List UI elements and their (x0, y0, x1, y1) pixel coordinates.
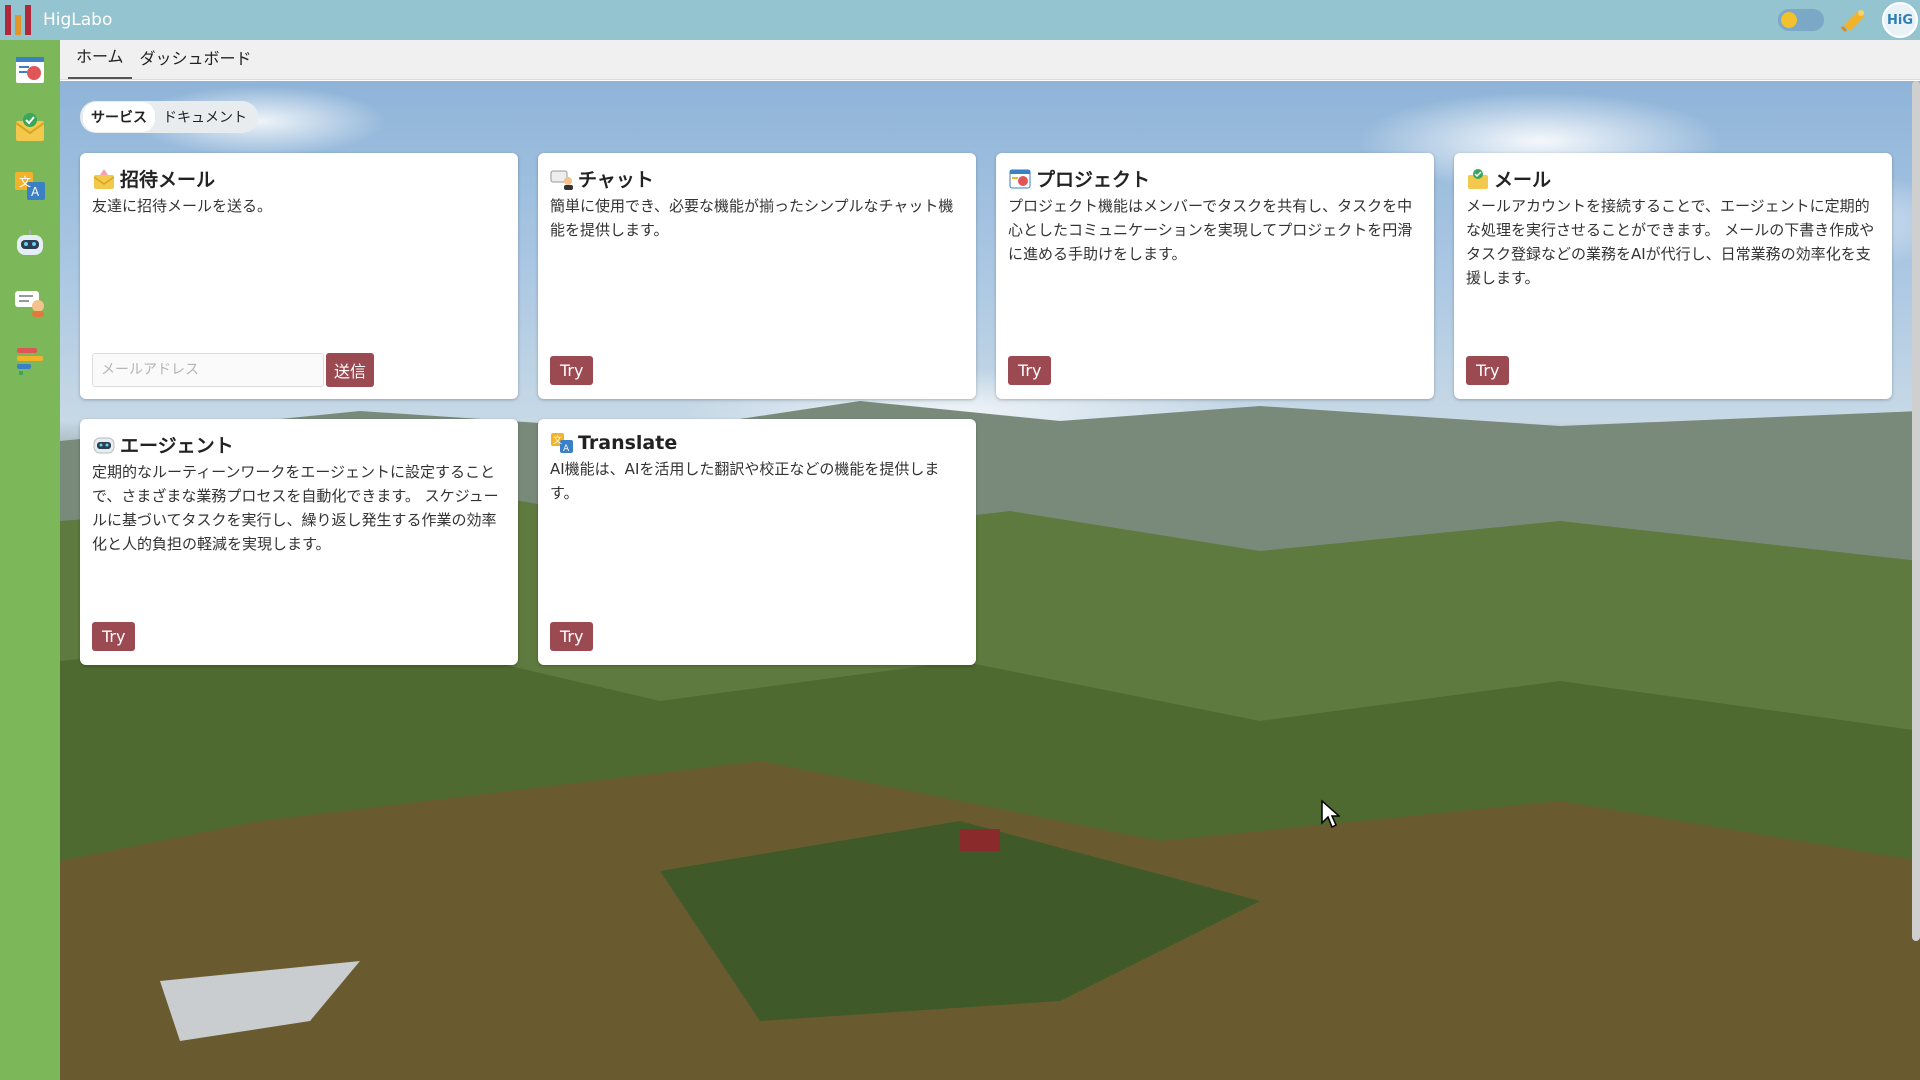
translate-icon: 文 A (15, 172, 45, 200)
sidebar-item-translate[interactable]: 文 A (10, 166, 50, 206)
top-bar: HigLabo HiG (0, 0, 1920, 40)
mail-icon (15, 113, 45, 141)
chat-icon (15, 291, 44, 317)
dashboard-icon (17, 348, 43, 375)
card-title: エージェント (120, 435, 234, 457)
card-title: 招待メール (120, 169, 216, 191)
chat-icon (550, 167, 574, 191)
agent-icon (92, 433, 116, 457)
sidebar-item-dashboard[interactable] (10, 340, 50, 380)
card-title: プロジェクト (1036, 169, 1151, 191)
card-agent: エージェント 定期的なルーティーンワークをエージェントに設定することで、さまざま… (80, 419, 518, 665)
sidebar-item-mail[interactable] (10, 108, 50, 148)
svg-text:文: 文 (19, 174, 31, 189)
sidebar: 文 A (0, 40, 60, 1080)
svg-text:文: 文 (553, 434, 562, 446)
tab-dashboard[interactable]: ダッシュボード (132, 45, 260, 79)
theme-toggle[interactable] (1778, 9, 1824, 31)
mail-icon (1466, 167, 1490, 191)
svg-text:A: A (563, 444, 570, 454)
user-avatar[interactable]: HiG (1882, 2, 1918, 38)
tab-bar: ホーム ダッシュボード (60, 40, 1920, 80)
main-content: サービス ドキュメント 招待メール 友達に招待メールを送る。 送信 (60, 81, 1920, 1080)
service-document-switch: サービス ドキュメント (80, 101, 258, 133)
segment-services[interactable]: サービス (83, 102, 155, 132)
mouse-cursor-icon (1321, 799, 1340, 829)
card-title: Translate (578, 432, 678, 454)
card-description: 定期的なルーティーンワークをエージェントに設定することで、さまざまな業務プロセス… (92, 463, 499, 553)
sidebar-item-agent[interactable] (10, 224, 50, 264)
try-translate-button[interactable]: Try (550, 622, 594, 651)
try-chat-button[interactable]: Try (550, 356, 594, 385)
translate-icon: 文 A (550, 431, 574, 455)
card-chat: チャット 簡単に使用でき、必要な機能が揃ったシンプルなチャット機能を提供します。… (538, 153, 976, 399)
sidebar-item-project[interactable] (10, 50, 50, 90)
segment-documents[interactable]: ドキュメント (155, 102, 255, 132)
app-title: HigLabo (43, 10, 113, 30)
card-description: AI機能は、AIを活用した翻訳や校正などの機能を提供します。 (550, 460, 940, 502)
card-description: 簡単に使用でき、必要な機能が揃ったシンプルなチャット機能を提供します。 (550, 197, 954, 239)
page-scrollbar[interactable] (1912, 81, 1920, 941)
project-icon (1008, 167, 1032, 191)
card-title: メール (1494, 169, 1552, 191)
email-field[interactable] (92, 353, 324, 387)
sidebar-item-chat[interactable] (10, 282, 50, 322)
project-icon (16, 57, 44, 83)
svg-text:A: A (31, 185, 40, 199)
card-description: プロジェクト機能はメンバーでタスクを共有し、タスクを中心としたコミュニケーション… (1008, 197, 1413, 263)
notification-bell-icon[interactable] (1838, 5, 1868, 35)
card-project: プロジェクト プロジェクト機能はメンバーでタスクを共有し、タスクを中心としたコミ… (996, 153, 1434, 399)
card-description: 友達に招待メールを送る。 (92, 197, 273, 215)
try-agent-button[interactable]: Try (92, 622, 136, 651)
card-invite-mail: 招待メール 友達に招待メールを送る。 送信 (80, 153, 518, 399)
agent-icon (17, 230, 43, 255)
tab-home[interactable]: ホーム (68, 43, 132, 79)
send-button[interactable]: 送信 (326, 353, 375, 387)
card-title: チャット (578, 169, 654, 191)
try-mail-button[interactable]: Try (1466, 356, 1510, 385)
card-mail: メール メールアカウントを接続することで、エージェントに定期的な処理を実行させる… (1454, 153, 1892, 399)
card-translate: 文 A Translate AI機能は、AIを活用した翻訳や校正などの機能を提供… (538, 419, 976, 665)
invite-mail-icon (92, 167, 116, 191)
card-description: メールアカウントを接続することで、エージェントに定期的な処理を実行させることがで… (1466, 197, 1875, 287)
app-logo[interactable] (3, 3, 37, 37)
try-project-button[interactable]: Try (1008, 356, 1052, 385)
